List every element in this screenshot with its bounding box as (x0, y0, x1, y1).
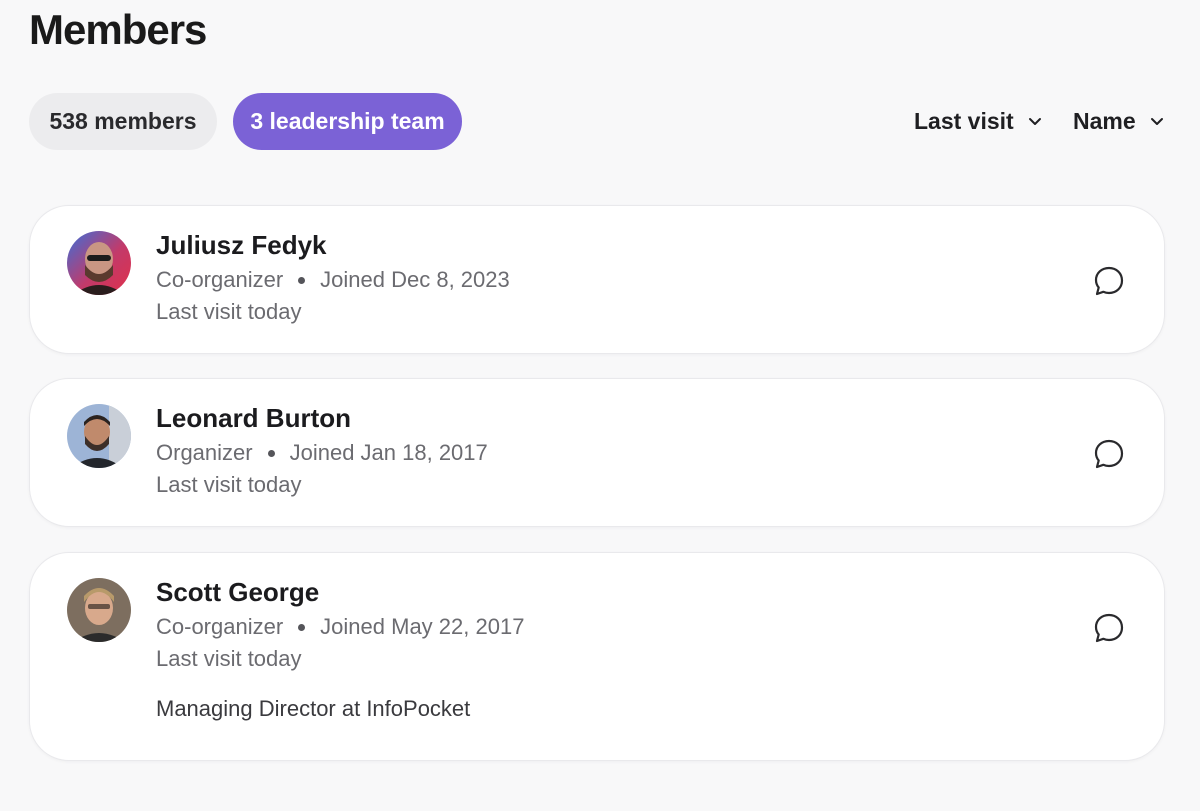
member-role: Co-organizer (156, 267, 284, 292)
member-last-visit: Last visit today (156, 299, 302, 324)
chevron-down-icon (1150, 118, 1163, 125)
member-meta: Co-organizer Joined May 22, 2017 (156, 614, 524, 640)
member-name[interactable]: Leonard Burton (156, 403, 351, 434)
member-card[interactable]: Scott George Co-organizer Joined May 22,… (29, 552, 1165, 761)
member-name[interactable]: Scott George (156, 577, 319, 608)
member-last-visit: Last visit today (156, 646, 302, 671)
separator-dot (298, 623, 306, 631)
avatar[interactable] (67, 231, 131, 295)
chevron-down-icon (1028, 118, 1041, 125)
member-card[interactable]: Juliusz Fedyk Co-organizer Joined Dec 8,… (29, 205, 1165, 354)
avatar[interactable] (67, 404, 131, 468)
member-bio: Managing Director at InfoPocket (156, 696, 471, 721)
member-role: Organizer (156, 440, 253, 465)
member-joined: Joined May 22, 2017 (320, 614, 525, 639)
sort-name-dropdown[interactable]: Name (1073, 104, 1166, 138)
member-joined: Joined Jan 18, 2017 (289, 440, 488, 465)
message-icon[interactable] (1092, 437, 1126, 471)
member-last-visit: Last visit today (156, 472, 302, 497)
member-name[interactable]: Juliusz Fedyk (156, 230, 327, 261)
sort-last-visit-label: Last visit (914, 107, 1014, 134)
member-role: Co-organizer (156, 614, 284, 639)
avatar[interactable] (67, 578, 131, 642)
sort-last-visit-dropdown[interactable]: Last visit (914, 104, 1044, 138)
members-count-pill[interactable]: 538 members (29, 93, 217, 150)
message-icon[interactable] (1092, 611, 1126, 645)
member-joined: Joined Dec 8, 2023 (320, 267, 510, 292)
sort-name-label: Name (1073, 107, 1136, 134)
separator-dot (298, 276, 306, 284)
member-meta: Organizer Joined Jan 18, 2017 (156, 440, 488, 466)
page-title: Members (29, 6, 207, 53)
separator-dot (267, 449, 275, 457)
member-meta: Co-organizer Joined Dec 8, 2023 (156, 267, 510, 293)
leadership-team-pill[interactable]: 3 leadership team (233, 93, 462, 150)
message-icon[interactable] (1092, 264, 1126, 298)
member-card[interactable]: Leonard Burton Organizer Joined Jan 18, … (29, 378, 1165, 527)
